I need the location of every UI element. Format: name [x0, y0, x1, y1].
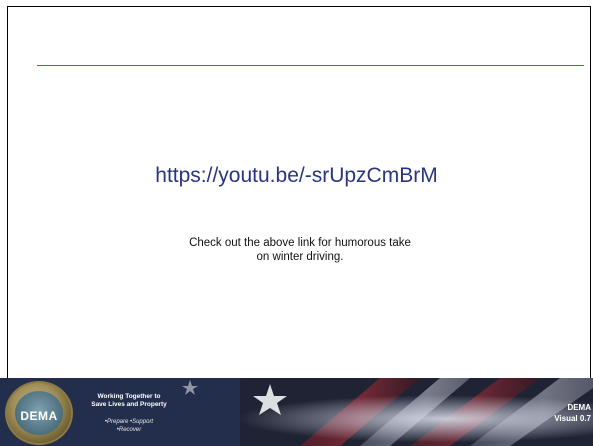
title-rule [37, 65, 584, 66]
footer-banner [0, 378, 593, 446]
visual-number-label: DEMA Visual 0.7 [554, 402, 591, 424]
corner-line-1: DEMA [567, 403, 591, 412]
youtube-link[interactable]: https://youtu.be/-srUpzCmBrM [0, 164, 593, 188]
slide-frame [7, 6, 591, 378]
body-line-2: on winter driving. [256, 251, 344, 263]
subtagline-line-1: •Prepare •Support [104, 419, 154, 425]
slide-body-text: Check out the above link for humorous ta… [150, 236, 450, 264]
tagline-line-2: Save Lives and Property [91, 401, 167, 408]
corner-line-2: Visual 0.7 [554, 414, 591, 423]
footer-tagline: Working Together to Save Lives and Prope… [74, 393, 184, 409]
body-line-1: Check out the above link for humorous ta… [189, 237, 411, 249]
flag-background-image [0, 378, 593, 446]
footer-subtagline: •Prepare •Support •Recover [84, 418, 174, 434]
dema-seal-logo: DEMA [5, 381, 73, 445]
seal-text: DEMA [20, 409, 58, 423]
slide: https://youtu.be/-srUpzCmBrM Check out t… [0, 0, 593, 446]
tagline-line-1: Working Together to [97, 393, 161, 400]
subtagline-line-2: •Recover [116, 427, 142, 433]
